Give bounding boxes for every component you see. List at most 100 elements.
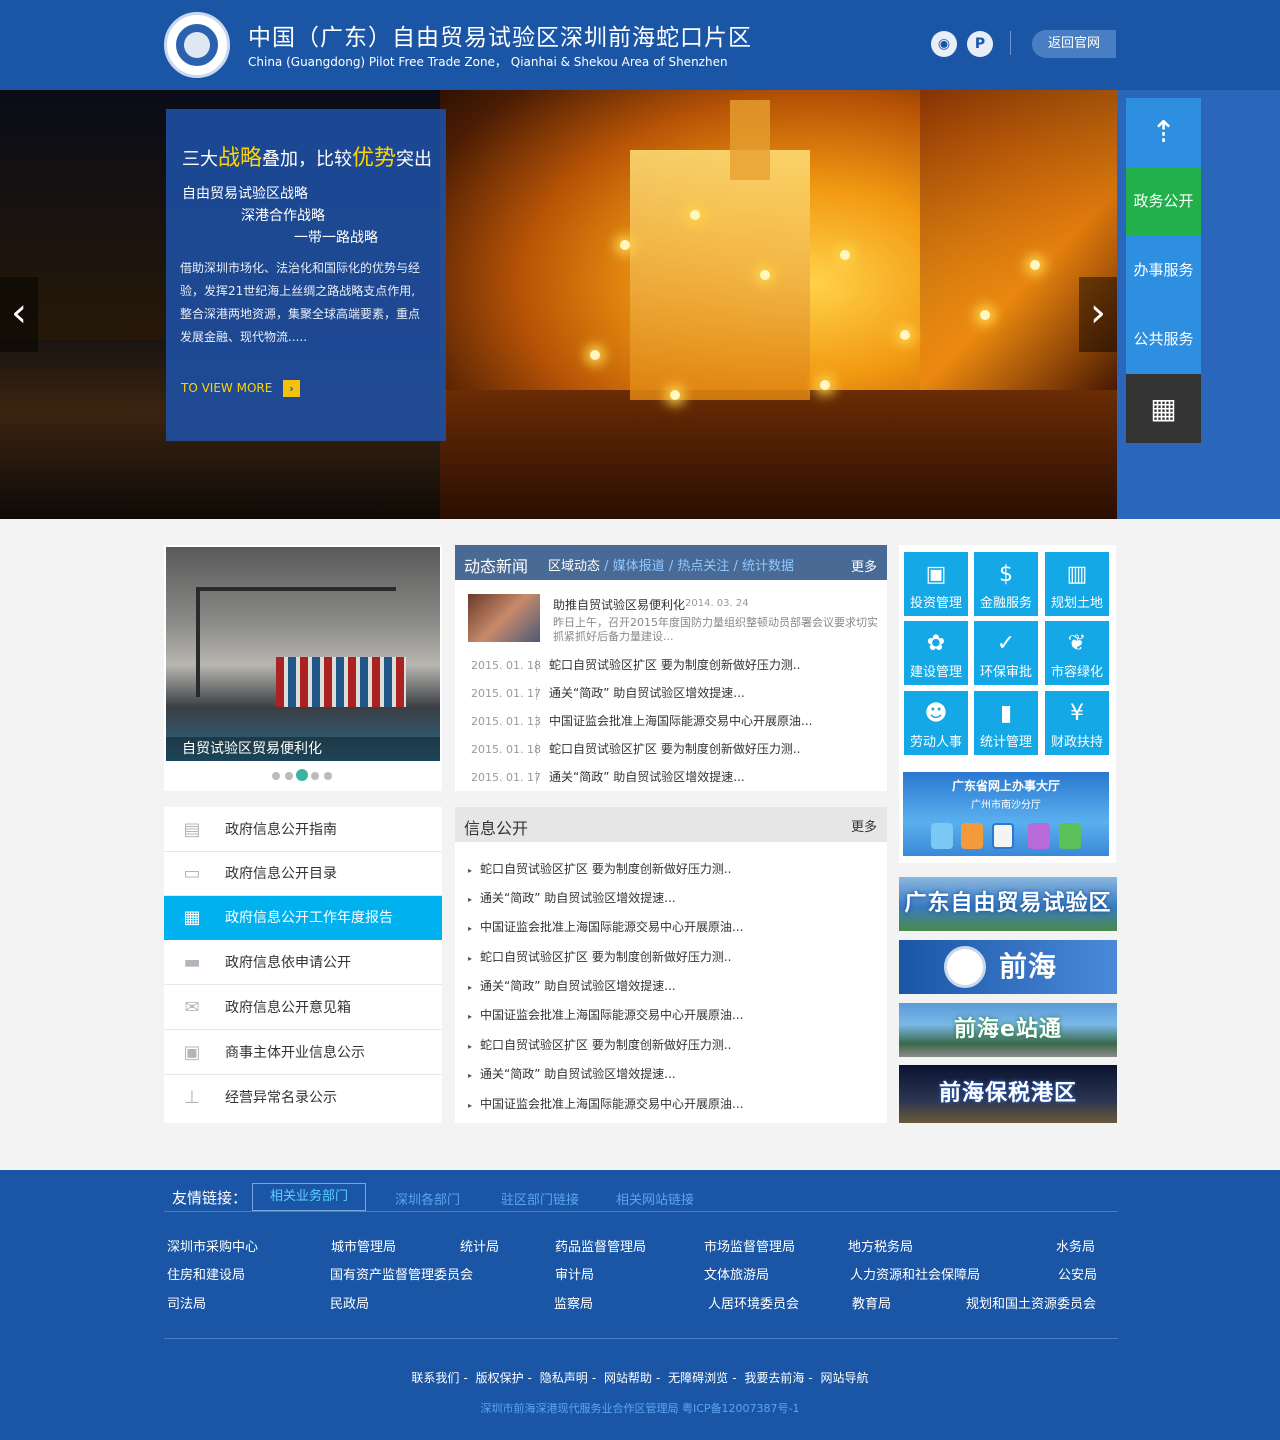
- info-row[interactable]: ▸ 蛇口自贸试验区扩区 要为制度创新做好压力测..: [468, 860, 731, 877]
- friend-link[interactable]: 药品监督管理局: [555, 1236, 646, 1255]
- menu-item-abnormal-list[interactable]: ⊥ 经营异常名录公示: [164, 1076, 442, 1120]
- featured-news-date: 2014. 03. 24: [685, 598, 749, 609]
- banner-line-3: 一带一路战略: [294, 230, 378, 246]
- featured-news-image[interactable]: [468, 594, 540, 642]
- qrcode-icon[interactable]: ▦: [1126, 374, 1201, 443]
- friend-link[interactable]: 水务局: [1056, 1236, 1095, 1255]
- friend-link[interactable]: 地方税务局: [848, 1236, 913, 1255]
- sidebar-item-banshi[interactable]: 办事服务: [1126, 236, 1201, 305]
- ad-qianhai-bonded-port[interactable]: 前海保税港区: [899, 1065, 1117, 1123]
- footer-link-privacy[interactable]: 隐私声明: [540, 1371, 588, 1385]
- info-row[interactable]: ▸ 蛇口自贸试验区扩区 要为制度创新做好压力测..: [468, 1036, 731, 1053]
- service-fiscal[interactable]: ¥ 财政扶持: [1045, 691, 1109, 755]
- ad-guangdong-ftz[interactable]: 广东自由贸易试验区: [899, 877, 1117, 931]
- news-more-link[interactable]: 更多: [851, 556, 877, 575]
- menu-item-catalog[interactable]: ▭ 政府信息公开目录: [164, 852, 442, 896]
- service-greening[interactable]: ❦ 市容绿化: [1045, 621, 1109, 685]
- carousel-dot[interactable]: [285, 772, 293, 780]
- info-row[interactable]: ▸ 中国证监会批准上海国际能源交易中心开展原油...: [468, 1006, 743, 1023]
- carousel-dot[interactable]: [272, 772, 280, 780]
- service-finance[interactable]: $ 金融服务: [974, 552, 1038, 616]
- friend-links-tab-shenzhen[interactable]: 深圳各部门: [395, 1189, 460, 1208]
- banner-next-arrow-icon[interactable]: ›: [1079, 277, 1117, 352]
- weixin-icon[interactable]: P: [967, 31, 993, 57]
- service-labor[interactable]: ☻ 劳动人事: [904, 691, 968, 755]
- view-more-arrow-icon[interactable]: ›: [283, 380, 300, 397]
- friend-link[interactable]: 公安局: [1058, 1264, 1097, 1283]
- friend-link[interactable]: 民政局: [330, 1293, 369, 1312]
- ad-qianhai[interactable]: 前海: [899, 940, 1117, 994]
- footer-link-contact[interactable]: 联系我们: [411, 1371, 459, 1385]
- menu-item-business-info[interactable]: ▣ 商事主体开业信息公示: [164, 1031, 442, 1075]
- footer-link-copyright[interactable]: 版权保护: [476, 1371, 524, 1385]
- carousel-dot[interactable]: [324, 772, 332, 780]
- menu-item-apply[interactable]: ▬ 政府信息依申请公开: [164, 941, 442, 985]
- tab-regional[interactable]: 区域动态: [548, 559, 600, 574]
- info-row[interactable]: ▸ 通关“简政” 助自贸试验区增效提速...: [468, 889, 676, 906]
- carousel-dot[interactable]: [311, 772, 319, 780]
- footer-link-help[interactable]: 网站帮助: [604, 1371, 652, 1385]
- info-row[interactable]: ▸ 通关“简政” 助自贸试验区增效提速...: [468, 977, 676, 994]
- back-to-official-button[interactable]: 返回官网: [1032, 30, 1116, 58]
- friend-link[interactable]: 城市管理局: [331, 1236, 396, 1255]
- ad-qianhai-e-station[interactable]: 前海e站通: [899, 1003, 1117, 1057]
- hall-figure: [1059, 823, 1081, 849]
- tab-media[interactable]: 媒体报道: [613, 559, 665, 574]
- banner-prev-arrow-icon[interactable]: ‹: [0, 277, 38, 352]
- carousel-dot-active[interactable]: [296, 769, 308, 781]
- news-title: 动态新闻: [464, 557, 529, 576]
- friend-link[interactable]: 司法局: [167, 1293, 206, 1312]
- sidebar-item-gonggong[interactable]: 公共服务: [1126, 305, 1201, 374]
- highlight-image[interactable]: [166, 547, 440, 761]
- online-hall-subtitle: 广州市南沙分厅: [971, 800, 1041, 811]
- news-row[interactable]: 2015. 01. 18 蛇口自贸试验区扩区 要为制度创新做好压力测..: [471, 656, 800, 673]
- friend-link[interactable]: 监察局: [554, 1293, 593, 1312]
- friend-link[interactable]: 审计局: [555, 1264, 594, 1283]
- service-environment[interactable]: ✓ 环保审批: [974, 621, 1038, 685]
- highlight-caption[interactable]: 自贸试验区贸易便利化: [166, 737, 440, 761]
- back-to-top-icon[interactable]: ⇡: [1126, 98, 1201, 167]
- weibo-icon[interactable]: ◉: [931, 31, 957, 57]
- news-row[interactable]: 2015. 01. 18 蛇口自贸试验区扩区 要为制度创新做好压力测..: [471, 740, 800, 757]
- tab-stats[interactable]: 统计数据: [742, 559, 794, 574]
- footer-link-sitemap[interactable]: 网站导航: [821, 1371, 869, 1385]
- info-row[interactable]: ▸ 中国证监会批准上海国际能源交易中心开展原油...: [468, 1095, 743, 1112]
- friend-link[interactable]: 深圳市采购中心: [167, 1236, 258, 1255]
- copyright-text: 深圳市前海深港现代服务业合作区管理局 粤ICP备12007387号-1: [480, 1402, 800, 1415]
- friend-link[interactable]: 统计局: [460, 1236, 499, 1255]
- footer-link-accessibility[interactable]: 无障碍浏览: [668, 1371, 728, 1385]
- friend-links-tab-websites[interactable]: 相关网站链接: [616, 1189, 694, 1208]
- info-row[interactable]: ▸ 蛇口自贸试验区扩区 要为制度创新做好压力测..: [468, 948, 731, 965]
- info-row[interactable]: ▸ 中国证监会批准上海国际能源交易中心开展原油...: [468, 918, 743, 935]
- friend-link[interactable]: 教育局: [852, 1293, 891, 1312]
- friend-link[interactable]: 住房和建设局: [167, 1264, 245, 1283]
- service-construction[interactable]: ✿ 建设管理: [904, 621, 968, 685]
- footer-link-go-qianhai[interactable]: 我要去前海: [744, 1371, 804, 1385]
- service-investment[interactable]: ▣ 投资管理: [904, 552, 968, 616]
- friend-link[interactable]: 人力资源和社会保障局: [850, 1264, 980, 1283]
- news-row[interactable]: 2015. 01. 17 通关“简政” 助自贸试验区增效提速...: [471, 768, 745, 785]
- friend-link[interactable]: 国有资产监督管理委员会: [330, 1264, 473, 1283]
- site-title: 中国（广东）自由贸易试验区深圳前海蛇口片区: [248, 25, 752, 51]
- info-more-link[interactable]: 更多: [851, 816, 877, 835]
- banner-ship-image: [440, 90, 1117, 519]
- featured-news-title[interactable]: 助推自贸试验区易便利化: [553, 596, 685, 613]
- friend-link[interactable]: 文体旅游局: [704, 1264, 769, 1283]
- friend-links-tab-resident[interactable]: 驻区部门链接: [501, 1189, 579, 1208]
- friend-link[interactable]: 规划和国土资源委员会: [966, 1293, 1096, 1312]
- friend-link[interactable]: 市场监督管理局: [704, 1236, 795, 1255]
- service-planning[interactable]: ▥ 规划土地: [1045, 552, 1109, 616]
- tab-hot[interactable]: 热点关注: [677, 559, 729, 574]
- menu-item-annual-report[interactable]: ▦ 政府信息公开工作年度报告: [164, 896, 442, 940]
- menu-item-guide[interactable]: ▤ 政府信息公开指南: [164, 808, 442, 852]
- menu-item-feedback[interactable]: ✉ 政府信息公开意见箱: [164, 986, 442, 1030]
- sidebar-item-zhengwu[interactable]: 政务公开: [1126, 167, 1201, 236]
- news-row[interactable]: 2015. 01. 13 中国证监会批准上海国际能源交易中心开展原油...: [471, 712, 812, 729]
- service-statistics[interactable]: ▮ 统计管理: [974, 691, 1038, 755]
- friend-link[interactable]: 人居环境委员会: [708, 1293, 799, 1312]
- info-row[interactable]: ▸ 通关“简政” 助自贸试验区增效提速...: [468, 1065, 676, 1082]
- view-more-link[interactable]: TO VIEW MORE: [181, 381, 272, 395]
- site-logo[interactable]: [164, 12, 230, 78]
- news-row[interactable]: 2015. 01. 17 通关“简政” 助自贸试验区增效提速...: [471, 684, 745, 701]
- friend-links-tab-business[interactable]: 相关业务部门: [252, 1183, 366, 1211]
